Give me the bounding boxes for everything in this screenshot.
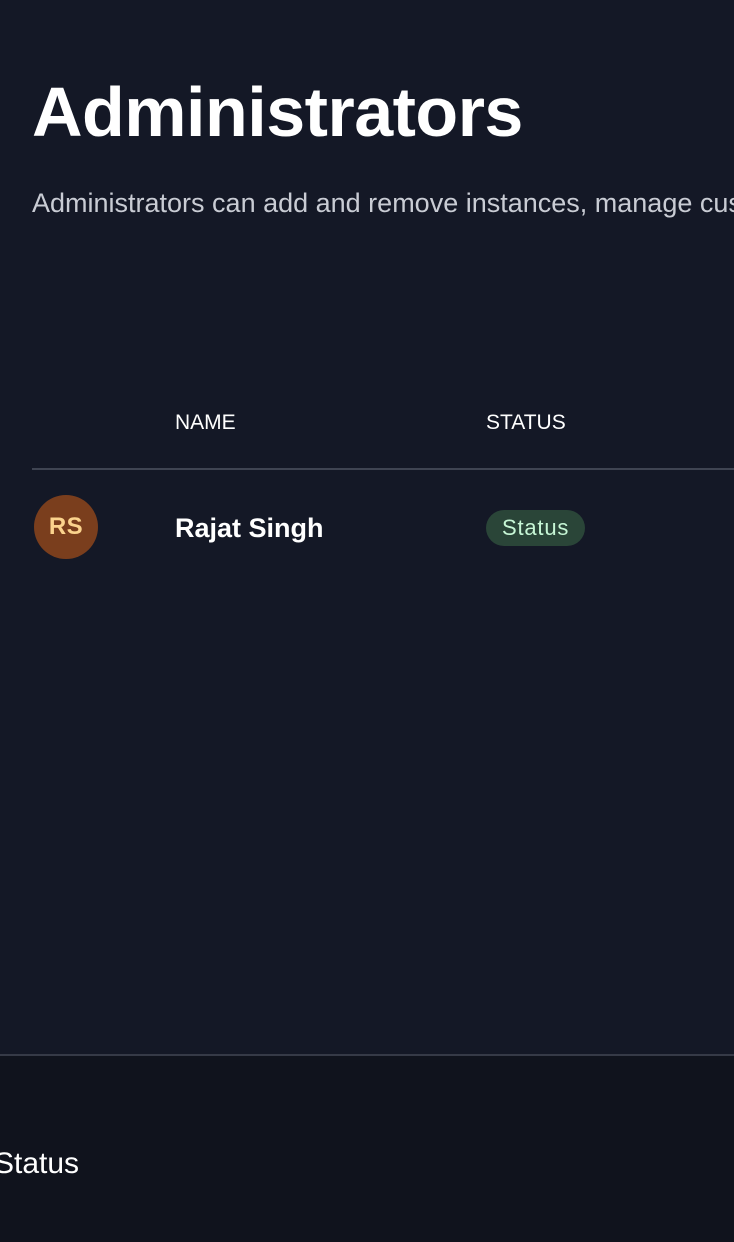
administrators-page: Administrators Administrators can add an… (0, 0, 734, 1242)
main-content: Administrators Administrators can add an… (0, 0, 734, 1054)
column-header-status[interactable]: STATUS (486, 410, 566, 436)
page-title: Administrators (32, 73, 523, 151)
column-header-name[interactable]: NAME (175, 410, 236, 436)
page-description: Administrators can add and remove instan… (32, 188, 734, 218)
status-badge: Status (486, 510, 586, 546)
admin-name: Rajat Singh (175, 513, 324, 543)
footer-panel: Status (0, 1056, 734, 1242)
footer-status-label: Status (0, 1147, 80, 1180)
table-row[interactable]: RS Rajat Singh Status (32, 470, 734, 586)
avatar-initials: RS (48, 513, 84, 540)
table-header: NAME STATUS (32, 405, 734, 469)
status-badge-label: Status (502, 515, 570, 540)
avatar: RS (34, 495, 98, 559)
